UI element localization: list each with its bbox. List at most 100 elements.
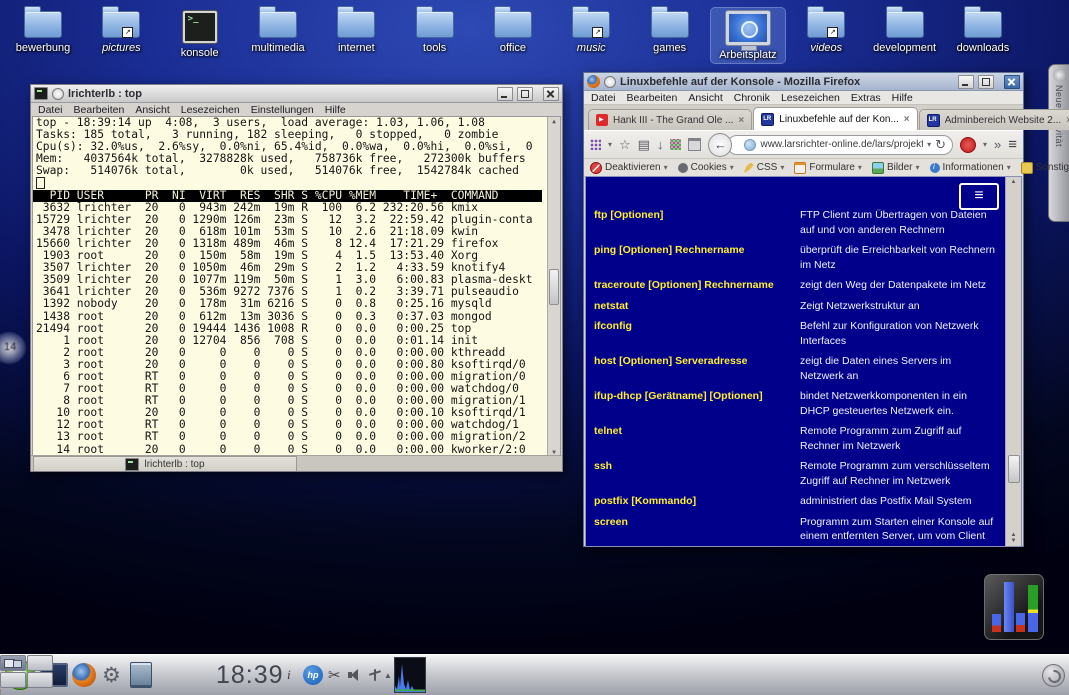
scroll-up-icon[interactable]: ▲ xyxy=(1011,179,1017,185)
maximize-button[interactable] xyxy=(978,75,994,89)
volume-tray-icon[interactable] xyxy=(348,655,362,695)
info-icon[interactable]: i xyxy=(287,655,291,695)
desktop-icon[interactable]: ↗ music xyxy=(554,8,628,63)
devbar-item[interactable]: Deaktivieren ▾ xyxy=(590,162,668,174)
command-name[interactable]: traceroute [Optionen] Rechnername xyxy=(594,278,800,293)
activity-panel-handle[interactable]: Neue Aktivität xyxy=(1048,64,1069,222)
command-name[interactable]: ftp [Optionen] xyxy=(594,208,800,237)
scrollbar-thumb[interactable] xyxy=(549,269,559,305)
filemanager-launcher[interactable] xyxy=(130,655,152,695)
menu-item[interactable]: Ansicht xyxy=(688,92,722,104)
desktop-icon[interactable]: ↗ downloads xyxy=(946,8,1020,63)
desktop-icon[interactable]: ↗ konsole xyxy=(163,8,237,63)
command-name[interactable]: ifup-dhcp [Gerätname] [Optionen] xyxy=(594,389,800,418)
menu-item[interactable]: Ansicht xyxy=(135,104,169,116)
reload-icon[interactable]: ↻ xyxy=(935,138,946,151)
close-button[interactable] xyxy=(543,87,559,101)
command-name[interactable]: postfix [Kommando] xyxy=(594,494,800,509)
apps-grid-icon[interactable] xyxy=(590,139,601,150)
desktop-icon[interactable]: ↗ pictures xyxy=(84,8,158,63)
menu-item[interactable]: Hilfe xyxy=(892,92,913,104)
sticky-button[interactable] xyxy=(52,88,64,100)
session-tab[interactable]: lrichterlb : top xyxy=(33,456,297,471)
browser-tab[interactable]: Hank III - The Grand Ole ... × xyxy=(588,109,752,130)
devbar-item[interactable]: CSS ▾ xyxy=(744,162,785,173)
menu-item[interactable]: Bearbeiten xyxy=(74,104,125,116)
virtual-desktop-cell[interactable] xyxy=(27,655,53,671)
system-load-widget[interactable] xyxy=(984,574,1044,640)
system-monitor-graph[interactable] xyxy=(394,657,426,693)
desktop-icon[interactable]: ↗ development xyxy=(868,8,942,63)
page-scrollbar[interactable]: ▲ ▲ ▼ xyxy=(1005,177,1021,546)
chevron-down-icon[interactable]: ▾ xyxy=(983,140,987,149)
overflow-icon[interactable]: » xyxy=(994,138,1001,151)
url-bar[interactable]: www.larsrichter-online.de/lars/projekte/… xyxy=(727,135,953,155)
desktop-icon[interactable]: ↗ games xyxy=(633,8,707,63)
page-menu-button[interactable]: ≡ xyxy=(959,183,999,210)
desktop-icon[interactable]: ↗ bewerbung xyxy=(6,8,80,63)
desktop-icon[interactable]: ↗ internet xyxy=(319,8,393,63)
command-name[interactable]: ssh xyxy=(594,459,800,488)
browser-viewport[interactable]: ≡ ftp [Optionen] FTP Client zum Übertrag… xyxy=(585,176,1022,547)
firefox-launcher[interactable] xyxy=(72,655,96,695)
menu-item[interactable]: Einstellungen xyxy=(251,104,314,116)
menu-item[interactable]: Bearbeiten xyxy=(627,92,678,104)
settings-launcher[interactable]: ⚙ xyxy=(102,655,121,695)
hamburger-menu-icon[interactable]: ≡ xyxy=(1008,136,1017,153)
maximize-button[interactable] xyxy=(517,87,533,101)
virtual-desktop-cell[interactable] xyxy=(0,655,26,671)
devbar-item[interactable]: Bilder ▾ xyxy=(872,162,920,174)
back-button[interactable]: ← xyxy=(708,133,732,157)
minimize-button[interactable] xyxy=(497,87,513,101)
command-name[interactable]: screen xyxy=(594,515,800,548)
konsole-titlebar[interactable]: lrichterlb : top xyxy=(31,85,562,103)
scroll-up-icon[interactable]: ▲ xyxy=(552,118,556,125)
command-name[interactable]: ping [Optionen] Rechnername xyxy=(594,243,800,272)
desktop-icon[interactable]: ↗ Arbeitsplatz xyxy=(711,8,785,63)
command-name[interactable]: netstat xyxy=(594,299,800,314)
virtual-desktop-cell[interactable] xyxy=(27,672,53,688)
devbar-item[interactable]: Sonstiges ▾ xyxy=(1021,162,1069,174)
scroll-down-icon[interactable]: ▼ xyxy=(1011,538,1017,544)
tab-close-icon[interactable]: × xyxy=(738,115,744,126)
close-button[interactable] xyxy=(1004,75,1020,89)
desktop-icon[interactable]: ↗ office xyxy=(476,8,550,63)
menu-item[interactable]: Datei xyxy=(38,104,63,116)
devbar-item[interactable]: Formulare ▾ xyxy=(794,162,862,174)
sticky-button[interactable] xyxy=(604,76,616,88)
menu-item[interactable]: Chronik xyxy=(734,92,770,104)
menu-item[interactable]: Lesezeichen xyxy=(181,104,240,116)
browser-tab[interactable]: Linuxbefehle auf der Kon... × xyxy=(753,107,917,130)
minimize-button[interactable] xyxy=(958,75,974,89)
firefox-titlebar[interactable]: Linuxbefehle auf der Konsole - Mozilla F… xyxy=(584,73,1023,91)
clock[interactable]: 18:39 xyxy=(216,655,284,695)
url-dropdown-icon[interactable]: ▾ xyxy=(927,140,931,149)
command-name[interactable]: telnet xyxy=(594,424,800,453)
desktop-icon[interactable]: ↗ multimedia xyxy=(241,8,315,63)
browser-tab[interactable]: Adminbereich Website 2... × xyxy=(919,109,1069,130)
command-name[interactable]: ifconfig xyxy=(594,319,800,348)
virtual-desktop-cell[interactable] xyxy=(0,672,26,688)
tab-close-icon[interactable]: × xyxy=(904,114,910,125)
scrollbar-thumb[interactable] xyxy=(1008,455,1020,483)
downloads-icon[interactable]: ↓ xyxy=(657,138,664,151)
usb-tray-icon[interactable] xyxy=(368,655,382,695)
desktop-icon[interactable]: ↗ tools xyxy=(398,8,472,63)
hp-tray-icon[interactable]: hp xyxy=(303,655,323,695)
adblock-icon[interactable] xyxy=(960,137,976,153)
url-text[interactable]: www.larsrichter-online.de/lars/projekte/… xyxy=(760,139,923,150)
menu-item[interactable]: Hilfe xyxy=(325,104,346,116)
chevron-down-icon[interactable]: ▾ xyxy=(608,140,612,149)
tray-expand-icon[interactable]: ▲ xyxy=(384,655,392,695)
devbar-item[interactable]: Cookies ▾ xyxy=(678,162,734,173)
menu-item[interactable]: Extras xyxy=(851,92,881,104)
devbar-item[interactable]: Informationen ▾ xyxy=(930,162,1011,173)
klipper-tray-icon[interactable]: ✂ xyxy=(328,655,341,695)
bookmark-star-icon[interactable]: ☆ xyxy=(619,138,631,151)
window-icon[interactable] xyxy=(688,138,701,151)
terminal-scrollbar[interactable]: ▲ ▼ xyxy=(547,117,560,457)
terminal-output[interactable]: top - 18:39:14 up 4:08, 3 users, load av… xyxy=(32,116,561,458)
menu-item[interactable]: Datei xyxy=(591,92,616,104)
clipboard-icon[interactable]: ▤ xyxy=(638,138,650,151)
menu-item[interactable]: Lesezeichen xyxy=(781,92,840,104)
